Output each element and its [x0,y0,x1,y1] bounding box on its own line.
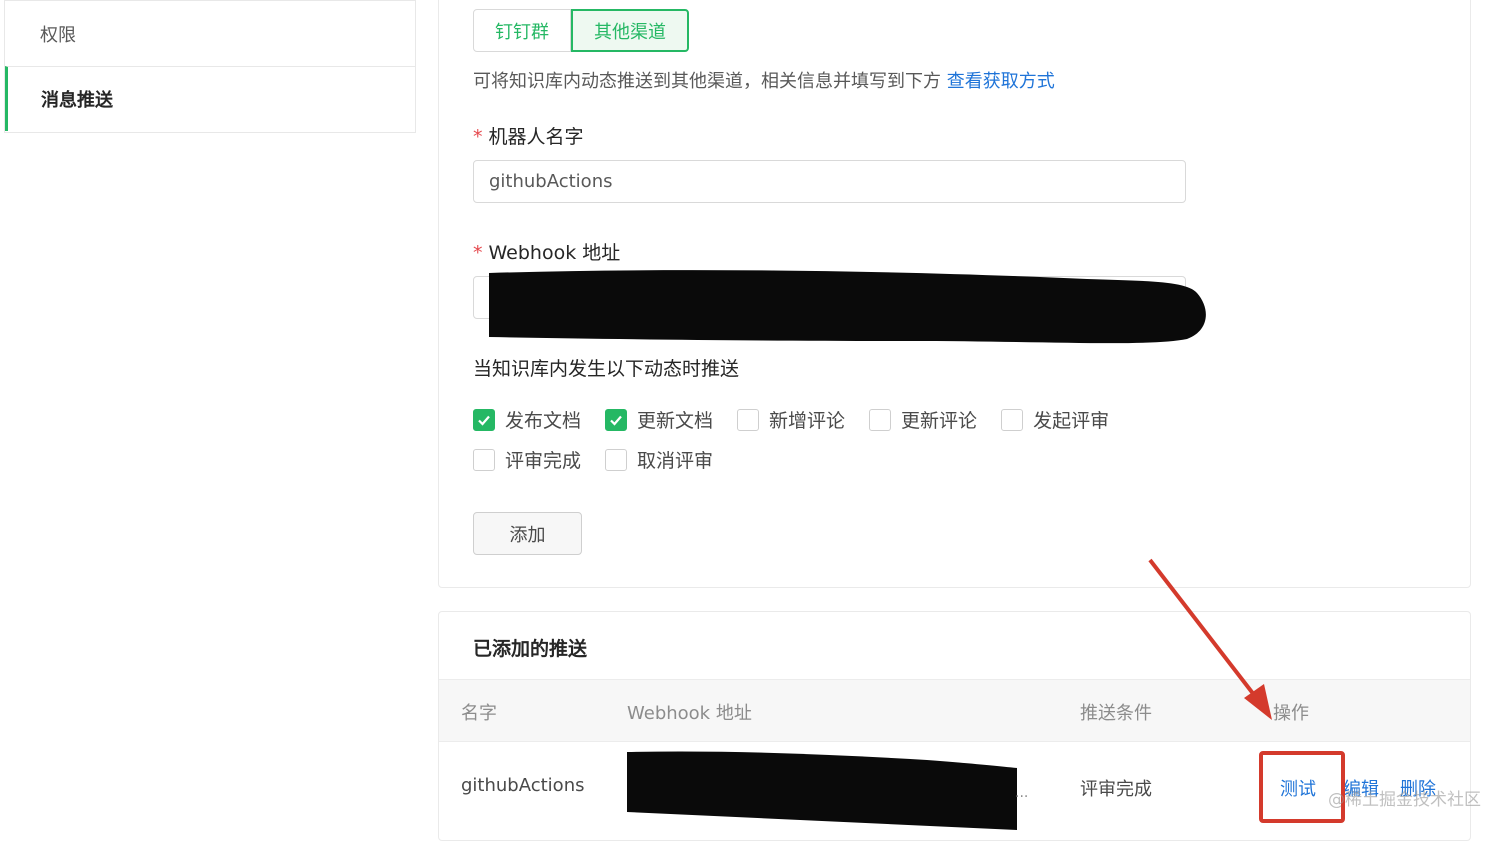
event-new-comment[interactable]: 新增评论 [737,406,845,433]
webhook-redaction [489,270,1206,344]
events-label: 当知识库内发生以下动态时推送 [473,358,740,380]
robot-name-label-text: 机器人名字 [488,126,584,148]
check-icon [478,415,490,426]
sidebar-item-label: 消息推送 [41,90,113,111]
column-header-condition: 推送条件 [1080,703,1152,724]
checkbox[interactable] [737,408,760,431]
robot-name-label: * 机器人名字 [473,122,584,149]
sidebar-item-label: 权限 [40,24,76,46]
checkbox[interactable] [473,448,495,471]
checkbox[interactable] [473,408,495,431]
checkbox[interactable] [605,448,628,471]
event-label: 更新文档 [637,410,714,432]
tab-dingtalk[interactable]: 钉钉群 [473,9,571,52]
test-link[interactable]: 测试 [1280,775,1316,801]
add-button[interactable]: 添加 [473,512,582,555]
event-label: 发起评审 [1033,410,1110,432]
event-cancel-review[interactable]: 取消评审 [605,446,713,473]
sidebar-item-permissions[interactable]: 权限 [5,1,415,66]
table-header [439,679,1470,742]
robot-name-value: githubActions [489,171,613,192]
view-method-link[interactable]: 查看获取方式 [947,71,1055,92]
settings-sidebar: 权限 消息推送 [4,0,416,133]
row-name: githubActions [461,775,585,796]
event-label: 更新评论 [901,410,978,432]
events-row-2: 评审完成 取消评审 [473,446,737,473]
webhook-ellipsis: ... [1015,785,1029,801]
event-label: 新增评论 [769,410,846,432]
checkbox[interactable] [869,408,892,431]
event-update-comment[interactable]: 更新评论 [869,406,977,433]
watermark: @稀土掘金技术社区 [1328,790,1481,810]
event-publish-doc[interactable]: 发布文档 [473,406,581,433]
required-mark: * [473,126,483,148]
event-label: 评审完成 [505,450,582,472]
column-header-name: 名字 [461,703,497,724]
column-header-actions: 操作 [1273,703,1309,724]
added-pushes-title: 已添加的推送 [473,638,588,660]
tab-other-channels[interactable]: 其他渠道 [571,9,689,52]
description-text: 可将知识库内动态推送到其他渠道，相关信息并填写到下方 [473,71,941,92]
check-icon [610,415,622,426]
channel-tabs: 钉钉群 其他渠道 [473,9,689,52]
webhook-label: * Webhook 地址 [473,238,620,265]
added-pushes-panel: 已添加的推送 名字 Webhook 地址 推送条件 操作 githubActio… [438,611,1471,841]
event-update-doc[interactable]: 更新文档 [605,406,713,433]
checkbox[interactable] [1001,408,1024,431]
event-label: 取消评审 [637,450,714,472]
required-mark: * [473,242,483,264]
push-config-panel: 钉钉群 其他渠道 可将知识库内动态推送到其他渠道，相关信息并填写到下方 查看获取… [438,0,1471,588]
row-condition: 评审完成 [1080,779,1152,800]
event-label: 发布文档 [505,410,582,432]
checkbox[interactable] [605,408,628,431]
events-row-1: 发布文档 更新文档 新增评论 更新评论 发起评审 [473,406,1133,433]
sidebar-item-message-push[interactable]: 消息推送 [5,66,415,131]
channel-description: 可将知识库内动态推送到其他渠道，相关信息并填写到下方 查看获取方式 [473,67,1055,93]
webhook-label-text: Webhook 地址 [488,242,621,264]
webhook-cell-redaction [627,751,1017,830]
event-review-complete[interactable]: 评审完成 [473,446,581,473]
column-header-webhook: Webhook 地址 [627,703,752,724]
robot-name-input[interactable]: githubActions [473,160,1186,203]
event-start-review[interactable]: 发起评审 [1001,406,1109,433]
